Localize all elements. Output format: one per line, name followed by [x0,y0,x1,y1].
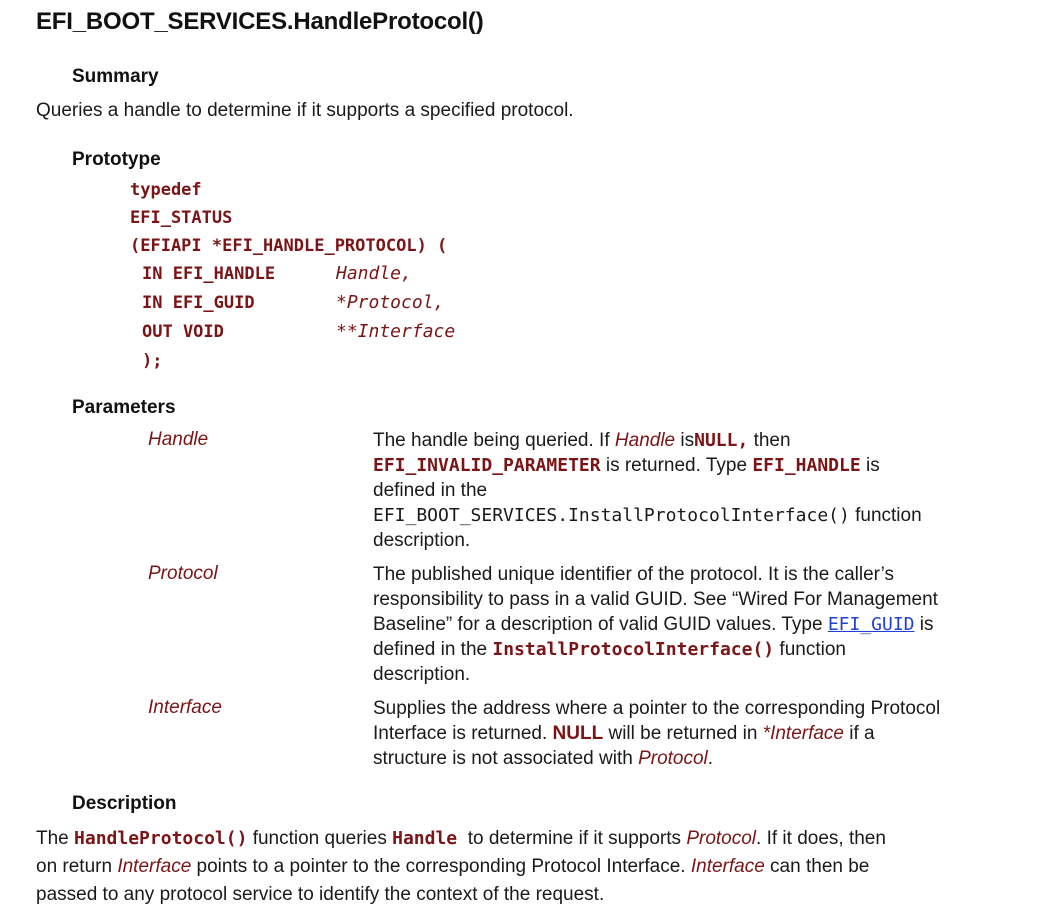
description-text: The HandleProtocol() function queries Ha… [36,825,1036,909]
param-desc-handle: The handle being queried. If Handle isNU… [373,428,1023,553]
prototype-arg-name: Handle, [336,263,412,284]
prototype-arg-name: **Interface [336,321,456,342]
page-title: EFI_BOOT_SERVICES.HandleProtocol() [36,8,484,35]
text: The published unique identifier of the p… [373,564,895,585]
text: The handle being queried. If [373,430,615,451]
param-desc-interface: Supplies the address where a pointer to … [373,696,1023,771]
text: points to a pointer to the corresponding… [191,856,691,877]
text: Handle [614,430,676,451]
prototype-heading: Prototype [72,149,161,170]
param-name-handle: Handle [148,429,209,450]
description-heading: Description [72,793,177,814]
summary-text: Queries a handle to determine if it supp… [36,100,574,121]
text: is [914,614,934,635]
text: Supplies the address where a pointer to … [373,698,941,719]
prototype-typedef: typedef [130,180,202,200]
text: Interface is returned. [373,723,553,744]
text: responsibility to pass in a valid GUID. … [373,589,938,610]
code-text: InstallProtocolInterface() [492,639,775,660]
text: defined in the [373,480,488,501]
prototype-arg-type: IN EFI_GUID [142,293,255,313]
text: The [36,828,75,849]
prototype-return-type: EFI_STATUS [130,208,233,228]
efi-guid-link[interactable]: EFI_GUID [828,614,915,635]
text: is returned. Type [600,455,753,476]
text: . If it does, then [756,828,886,849]
text: Interface [690,856,765,877]
text: is [860,455,880,476]
text: function queries [247,828,393,849]
text: will be returned in [603,723,763,744]
text: Interface [117,856,192,877]
text: structure is not associated with [373,748,639,769]
parameters-heading: Parameters [72,397,176,418]
text: can then be [764,856,870,877]
summary-heading: Summary [72,66,159,87]
code-text: EFI_HANDLE [752,455,861,476]
text: if a [844,723,875,744]
text: to determine if it supports [457,828,687,849]
code-text: NULL, [694,430,749,451]
text: Baseline” for a description of valid GUI… [373,614,828,635]
text: description. [373,530,471,551]
text: function [849,505,922,526]
text: Protocol [686,828,757,849]
code-text: NULL [552,723,604,744]
param-name-protocol: Protocol [148,563,218,584]
prototype-close: ); [142,351,163,371]
param-desc-protocol: The published unique identifier of the p… [373,562,1023,687]
param-name-interface: Interface [148,697,222,718]
text: Protocol [638,748,708,769]
text: function [774,639,846,660]
text: passed to any protocol service to identi… [36,884,605,905]
code-text: EFI_BOOT_SERVICES.InstallProtocolInterfa… [373,505,850,526]
text: . [707,748,714,769]
text: then [748,430,791,451]
prototype-arg-type: OUT VOID [142,322,224,342]
prototype-arg-name: *Protocol, [336,292,445,313]
text: *Interface [762,723,844,744]
prototype-arg-type: IN EFI_HANDLE [142,264,276,284]
code-text: HandleProtocol() [74,828,248,849]
text: defined in the [373,639,493,660]
text: is [675,430,695,451]
text: description. [373,664,471,685]
code-text: Handle [392,828,458,849]
text: on return [36,856,118,877]
code-text: EFI_INVALID_PARAMETER [373,455,601,476]
prototype-signature: (EFIAPI *EFI_HANDLE_PROTOCOL) ( [130,236,448,256]
